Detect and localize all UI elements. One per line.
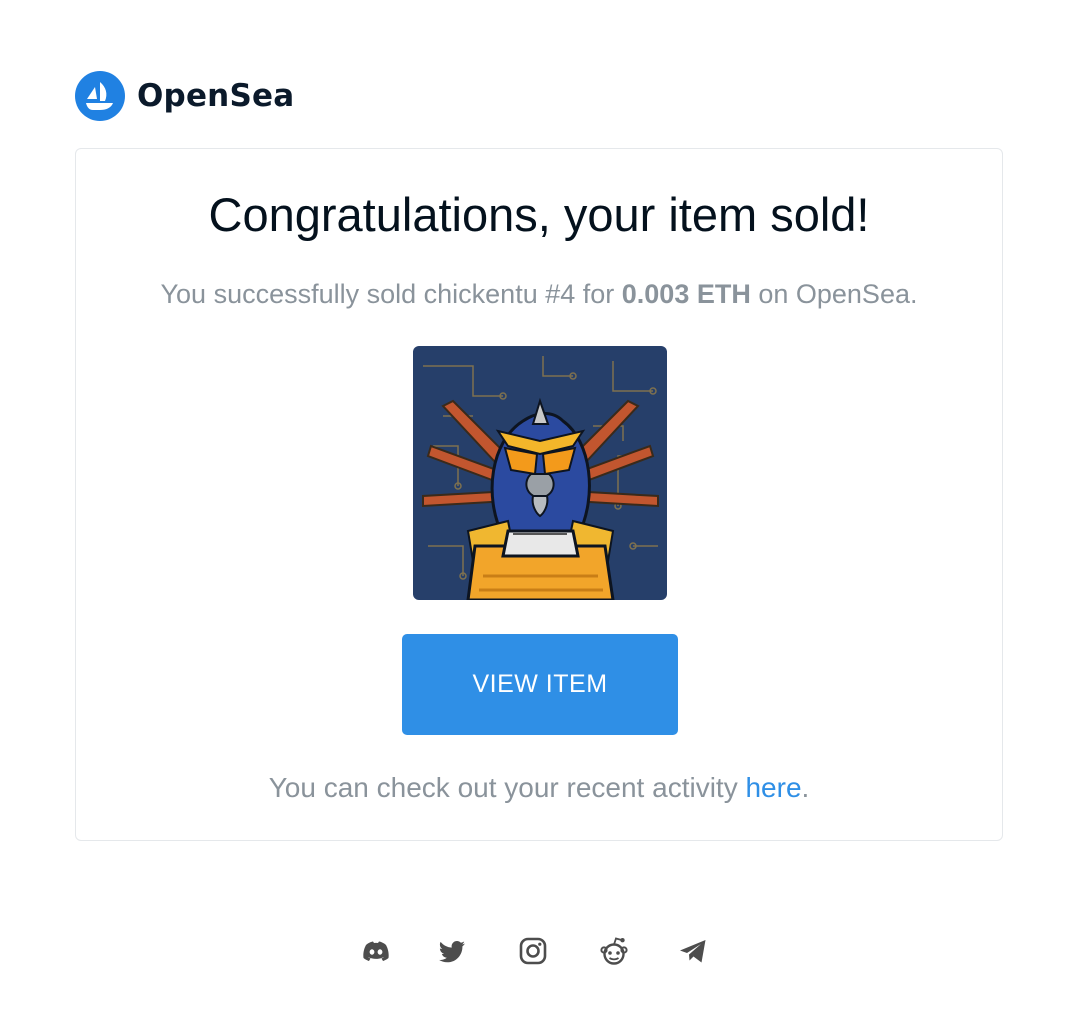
twitter-icon[interactable]	[436, 935, 468, 967]
activity-suffix: .	[801, 772, 810, 803]
nft-image[interactable]	[413, 346, 667, 600]
view-item-button[interactable]: VIEW ITEM	[402, 634, 678, 735]
social-links	[0, 935, 1080, 967]
opensea-logo-icon[interactable]	[75, 71, 125, 121]
message-prefix: You successfully sold chickentu #4 for	[160, 279, 622, 309]
discord-icon[interactable]	[360, 935, 392, 967]
activity-message: You can check out your recent activity h…	[76, 771, 1002, 805]
reddit-icon[interactable]	[598, 935, 630, 967]
activity-link[interactable]: here	[745, 772, 801, 803]
sale-card: Congratulations, your item sold! You suc…	[75, 148, 1003, 841]
message-suffix: on OpenSea.	[750, 279, 918, 309]
page-title: Congratulations, your item sold!	[208, 188, 870, 241]
sale-price: 0.003 ETH	[621, 279, 751, 309]
header: OpenSea	[75, 71, 294, 121]
telegram-icon[interactable]	[677, 935, 709, 967]
sale-message: You successfully sold chickentu #4 for 0…	[76, 277, 1002, 311]
activity-prefix: You can check out your recent activity	[268, 772, 746, 803]
instagram-icon[interactable]	[517, 935, 549, 967]
brand-name[interactable]: OpenSea	[137, 78, 294, 114]
